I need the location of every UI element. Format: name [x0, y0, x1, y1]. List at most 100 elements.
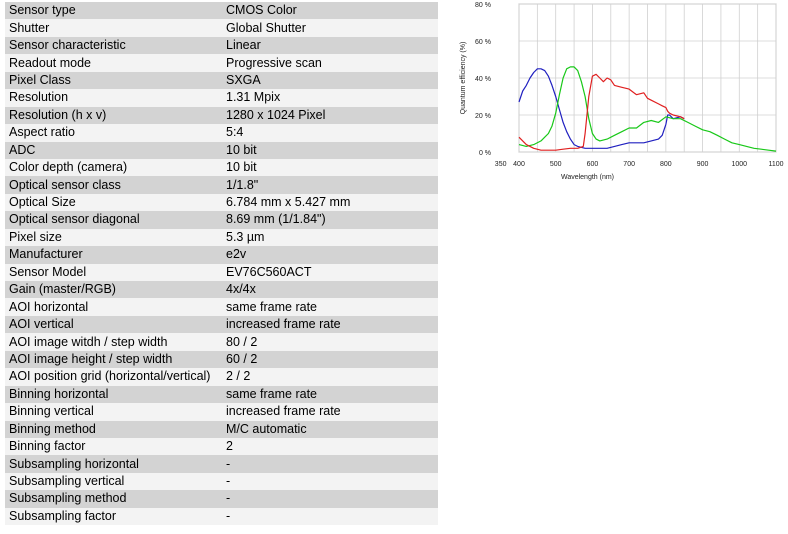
spec-value: -	[222, 490, 438, 508]
spec-value: -	[222, 455, 438, 473]
spec-label: Optical sensor diagonal	[5, 211, 222, 229]
spec-value: EV76C560ACT	[222, 263, 438, 281]
spec-label: Sensor Model	[5, 263, 222, 281]
spec-label: Subsampling factor	[5, 507, 222, 526]
y-axis-label: Quantum efficiency (%)	[460, 42, 467, 115]
y-tick-label: 60 %	[475, 39, 491, 46]
spec-row: Shutter Global Shutter	[5, 19, 438, 37]
y-tick-label: 40 %	[475, 76, 491, 83]
spec-label: Resolution	[5, 89, 222, 107]
x-tick-label: 350	[495, 161, 507, 168]
spec-label: Subsampling method	[5, 490, 222, 508]
spec-label: AOI position grid (horizontal/vertical)	[5, 368, 222, 386]
spec-label: Binning vertical	[5, 403, 222, 421]
spec-row: Subsampling factor -	[5, 507, 438, 526]
spec-row: Pixel size 5.3 µm	[5, 228, 438, 247]
spec-label: Binning method	[5, 420, 222, 438]
spec-value: -	[222, 472, 438, 491]
x-tick-label: 700	[623, 161, 635, 168]
spec-value: 1/1.8"	[222, 176, 438, 194]
spec-value: Linear	[222, 36, 438, 55]
spec-row: Aspect ratio 5:4	[5, 124, 438, 142]
spec-label: Manufacturer	[5, 246, 222, 264]
spec-label: Pixel size	[5, 228, 222, 247]
spec-label: AOI horizontal	[5, 298, 222, 316]
spec-value: -	[222, 507, 438, 526]
spec-value: 6.784 mm x 5.427 mm	[222, 193, 438, 212]
spec-row: Subsampling method -	[5, 490, 438, 508]
spec-value: increased frame rate	[222, 403, 438, 421]
spec-row: AOI vertical increased frame rate	[5, 315, 438, 334]
x-tick-label: 800	[660, 161, 672, 168]
spec-row: Resolution 1.31 Mpix	[5, 89, 438, 107]
spec-label: Sensor characteristic	[5, 36, 222, 55]
spec-label: Color depth (camera)	[5, 158, 222, 177]
spec-row: Binning method M/C automatic	[5, 420, 438, 438]
x-tick-label: 500	[550, 161, 562, 168]
spec-label: Subsampling horizontal	[5, 455, 222, 473]
x-tick-label: 600	[587, 161, 599, 168]
spec-value: 2 / 2	[222, 368, 438, 386]
spec-value: 5.3 µm	[222, 228, 438, 247]
spec-value: 8.69 mm (1/1.84")	[222, 211, 438, 229]
spec-label: Resolution (h x v)	[5, 106, 222, 125]
x-tick-label: 900	[697, 161, 709, 168]
x-tick-label: 1000	[731, 161, 747, 168]
spec-row: AOI image height / step width 60 / 2	[5, 350, 438, 369]
spec-row: Sensor Model EV76C560ACT	[5, 263, 438, 281]
spec-value: SXGA	[222, 71, 438, 90]
x-tick-label: 1100	[768, 161, 783, 168]
spec-value: increased frame rate	[222, 315, 438, 334]
spec-row: Subsampling horizontal -	[5, 455, 438, 473]
spec-value: Global Shutter	[222, 19, 438, 37]
spec-row: Subsampling vertical -	[5, 472, 438, 491]
spec-row: Readout mode Progressive scan	[5, 54, 438, 72]
spec-value: CMOS Color	[222, 2, 438, 20]
spec-value: same frame rate	[222, 298, 438, 316]
spec-row: Binning factor 2	[5, 437, 438, 456]
spec-row: Sensor characteristic Linear	[5, 36, 438, 55]
y-tick-label: 80 %	[475, 2, 491, 9]
spec-label: Aspect ratio	[5, 124, 222, 142]
spec-label: Sensor type	[5, 2, 222, 20]
spec-label: Shutter	[5, 19, 222, 37]
y-tick-label: 0 %	[479, 150, 491, 157]
spec-value: 10 bit	[222, 158, 438, 177]
spec-row: Optical sensor class 1/1.8"	[5, 176, 438, 194]
spec-row: Binning vertical increased frame rate	[5, 403, 438, 421]
spec-value: 1.31 Mpix	[222, 89, 438, 107]
spec-label: ADC	[5, 141, 222, 159]
spec-row: AOI image witdh / step width 80 / 2	[5, 333, 438, 351]
spec-value: 4x/4x	[222, 281, 438, 299]
quantum-efficiency-chart: 0 % 20 % 40 % 60 % 80 % 350 400 500 600 700 800 900…	[452, 0, 788, 190]
spec-value: 60 / 2	[222, 350, 438, 369]
x-tick-label: 400	[513, 161, 525, 168]
y-tick-label: 20 %	[475, 113, 491, 120]
spec-value: 80 / 2	[222, 333, 438, 351]
spec-value: 10 bit	[222, 141, 438, 159]
spec-label: Optical sensor class	[5, 176, 222, 194]
spec-row: AOI position grid (horizontal/vertical) 2…	[5, 368, 438, 386]
spec-label: AOI vertical	[5, 315, 222, 334]
spec-row: Pixel Class SXGA	[5, 71, 438, 90]
spec-value: same frame rate	[222, 385, 438, 404]
spec-value: 5:4	[222, 124, 438, 142]
spec-row: Resolution (h x v) 1280 x 1024 Pixel	[5, 106, 438, 125]
spec-value: e2v	[222, 246, 438, 264]
spec-row: Gain (master/RGB) 4x/4x	[5, 281, 438, 299]
spec-label: Binning factor	[5, 437, 222, 456]
spec-row: Sensor type CMOS Color	[5, 2, 438, 20]
spec-row: Color depth (camera) 10 bit	[5, 158, 438, 177]
spec-table-body: Sensor type CMOS Color Shutter Global Shutt…	[5, 2, 438, 526]
spec-label: Readout mode	[5, 54, 222, 72]
spec-label: AOI image witdh / step width	[5, 333, 222, 351]
spec-label: Gain (master/RGB)	[5, 281, 222, 299]
spec-label: Pixel Class	[5, 71, 222, 90]
spec-value: Progressive scan	[222, 54, 438, 72]
spec-value: M/C automatic	[222, 420, 438, 438]
spec-label: AOI image height / step width	[5, 350, 222, 369]
spec-value: 2	[222, 437, 438, 456]
x-axis-label: Wavelength (nm)	[561, 174, 614, 181]
spec-row: AOI horizontal same frame rate	[5, 298, 438, 316]
qe-chart-svg: 0 % 20 % 40 % 60 % 80 % 350 400 500 600 700 800 900…	[460, 2, 784, 181]
